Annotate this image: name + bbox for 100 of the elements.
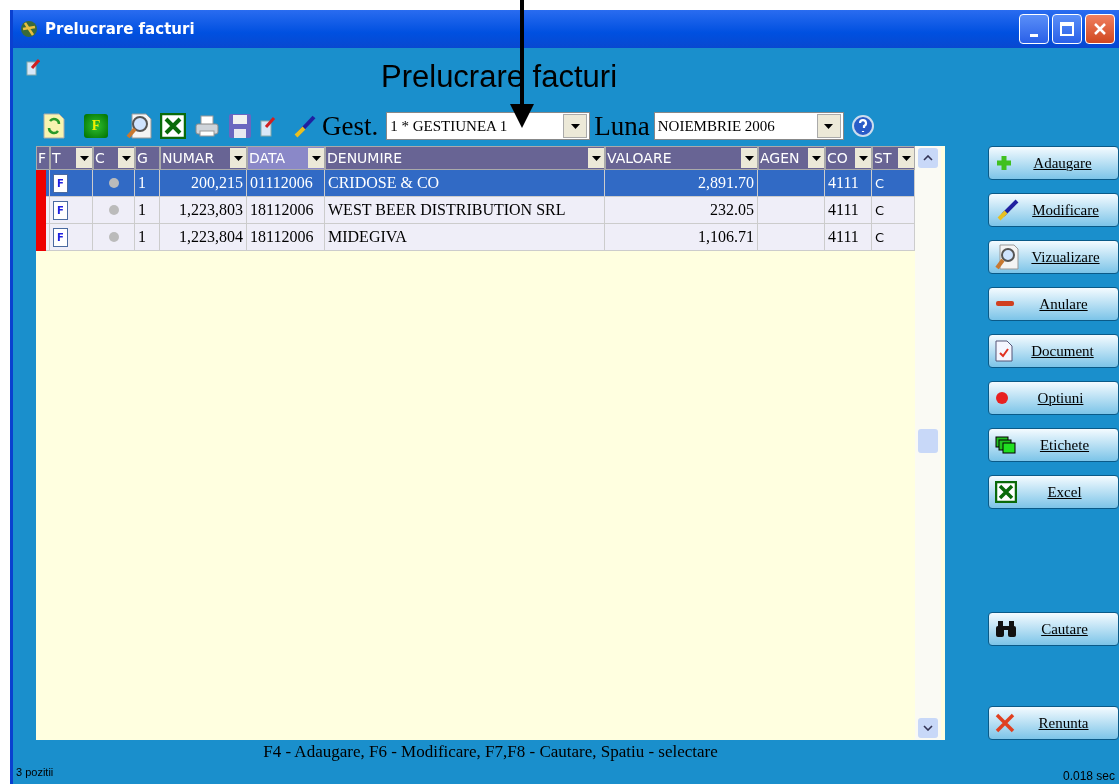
column-header[interactable]: G — [135, 146, 160, 170]
action-button[interactable]: Renunta — [988, 706, 1119, 740]
close-icon — [1093, 22, 1107, 36]
table-cell: C — [875, 202, 885, 218]
dot-icon — [995, 391, 1009, 405]
column-header[interactable]: DENUMIRE — [325, 146, 605, 170]
shortcut-hint: F4 - Adaugare, F6 - Modificare, F7,F8 - Cautare, Spatiu - selectare — [262, 742, 719, 762]
column-header[interactable]: C — [93, 146, 135, 170]
minus-icon — [995, 300, 1015, 308]
binoculars-icon — [995, 620, 1017, 638]
elapsed-time: 0.018 sec — [1062, 769, 1115, 783]
excel-icon — [995, 481, 1017, 503]
vertical-scrollbar[interactable] — [915, 146, 941, 740]
edit-document-icon[interactable] — [26, 58, 40, 76]
magnifier-icon — [995, 244, 1019, 270]
action-button[interactable]: Vizualizare — [988, 240, 1119, 274]
excel-icon[interactable] — [160, 113, 186, 139]
invoice-type-icon: F — [53, 200, 68, 220]
chevron-up-icon — [923, 155, 933, 161]
minimize-button[interactable] — [1019, 14, 1049, 44]
document-icon — [995, 340, 1013, 362]
caret-icon — [901, 155, 911, 161]
invoice-type-icon: F — [53, 227, 68, 247]
minimize-icon — [1030, 33, 1038, 37]
table-cell: 1,223,804 — [179, 228, 243, 246]
status-dot-icon — [108, 205, 119, 215]
action-button[interactable]: Etichete — [988, 428, 1119, 462]
scroll-up-button[interactable] — [918, 148, 938, 168]
caret-icon — [79, 155, 89, 161]
status-dot-icon — [108, 232, 119, 242]
page-heading: Prelucrare facturi — [381, 58, 618, 96]
table-cell: 18112006 — [250, 201, 314, 219]
caret-icon — [811, 155, 821, 161]
table-cell: MIDEGIVA — [328, 228, 407, 246]
table-cell: CRIDOSE & CO — [328, 174, 440, 192]
table-cell: 232.05 — [710, 201, 754, 219]
luna-dropdown[interactable]: NOIEMBRIE 2006 — [653, 112, 844, 140]
column-header[interactable]: NUMAR — [160, 146, 247, 170]
table-cell: 1 — [138, 228, 146, 246]
stacked-windows-icon — [995, 436, 1017, 454]
printer-icon[interactable] — [194, 114, 220, 138]
caret-icon — [744, 155, 754, 161]
column-header[interactable]: VALOARE — [605, 146, 758, 170]
table-cell: 200,215 — [191, 174, 243, 192]
luna-label: Luna — [594, 110, 650, 142]
table-cell: 18112006 — [250, 228, 314, 246]
column-header[interactable]: AGEN — [758, 146, 825, 170]
table-row[interactable]: F 1 200,215 01112006 CRIDOSE & CO 2,891.70 4111 C — [36, 170, 915, 197]
pen-icon[interactable] — [292, 114, 318, 138]
caret-icon — [121, 155, 131, 161]
table-cell: WEST BEER DISTRIBUTION SRL — [328, 201, 566, 219]
save-icon[interactable] — [228, 113, 252, 139]
maximize-button[interactable] — [1052, 14, 1082, 44]
caret-icon — [570, 123, 580, 129]
caret-icon — [824, 123, 834, 129]
column-header[interactable]: T — [50, 146, 93, 170]
table-cell: 1,223,803 — [179, 201, 243, 219]
action-button[interactable]: Excel — [988, 475, 1119, 509]
table-cell: 1,106.71 — [698, 228, 754, 246]
edit-document-icon[interactable] — [260, 115, 276, 137]
action-button[interactable]: Document — [988, 334, 1119, 368]
table-cell: C — [875, 229, 885, 245]
table-cell: 2,891.70 — [698, 174, 754, 192]
maximize-icon — [1060, 22, 1074, 36]
action-button[interactable]: Modificare — [988, 193, 1119, 227]
close-button[interactable] — [1085, 14, 1115, 44]
table-cell: 4111 — [828, 174, 859, 192]
action-button[interactable]: Optiuni — [988, 381, 1119, 415]
scroll-thumb[interactable] — [918, 429, 938, 453]
pen-icon — [995, 199, 1019, 221]
close-icon — [995, 713, 1015, 733]
gest-dropdown[interactable]: 1 * GESTIUNEA 1 — [386, 112, 591, 140]
gest-label: Gest. — [322, 110, 379, 142]
action-button[interactable]: Adaugare — [988, 146, 1119, 180]
plus-icon — [995, 154, 1013, 172]
help-icon[interactable] — [851, 115, 874, 137]
column-header[interactable]: F — [36, 146, 50, 170]
invoice-type-icon: F — [53, 173, 68, 193]
caret-icon — [233, 155, 243, 161]
refresh-icon[interactable] — [42, 113, 66, 139]
window-title: Prelucrare facturi — [45, 20, 196, 38]
record-count: 3 pozitii — [16, 766, 55, 778]
caret-icon — [858, 155, 868, 161]
scroll-down-button[interactable] — [918, 718, 938, 738]
table-row[interactable]: F 1 1,223,804 18112006 MIDEGIVA 1,106.71 4111 C — [36, 224, 915, 251]
column-header[interactable]: CO — [825, 146, 872, 170]
status-dot-icon — [108, 178, 119, 188]
table-cell: 01112006 — [250, 174, 313, 192]
search-icon[interactable] — [126, 113, 152, 139]
action-button[interactable]: Anulare — [988, 287, 1119, 321]
table-row[interactable]: F 1 1,223,803 18112006 WEST BEER DISTRIBUTION SRL 232.05 4111 C — [36, 197, 915, 224]
action-button[interactable]: Cautare — [988, 612, 1119, 646]
table-cell: 1 — [138, 174, 146, 192]
table-cell: 4111 — [828, 228, 859, 246]
app-icon — [19, 19, 39, 39]
table-cell: 4111 — [828, 201, 859, 219]
table-cell: C — [875, 175, 885, 191]
column-header[interactable]: ST — [872, 146, 915, 170]
caret-icon — [591, 155, 601, 161]
caret-icon — [311, 155, 321, 161]
